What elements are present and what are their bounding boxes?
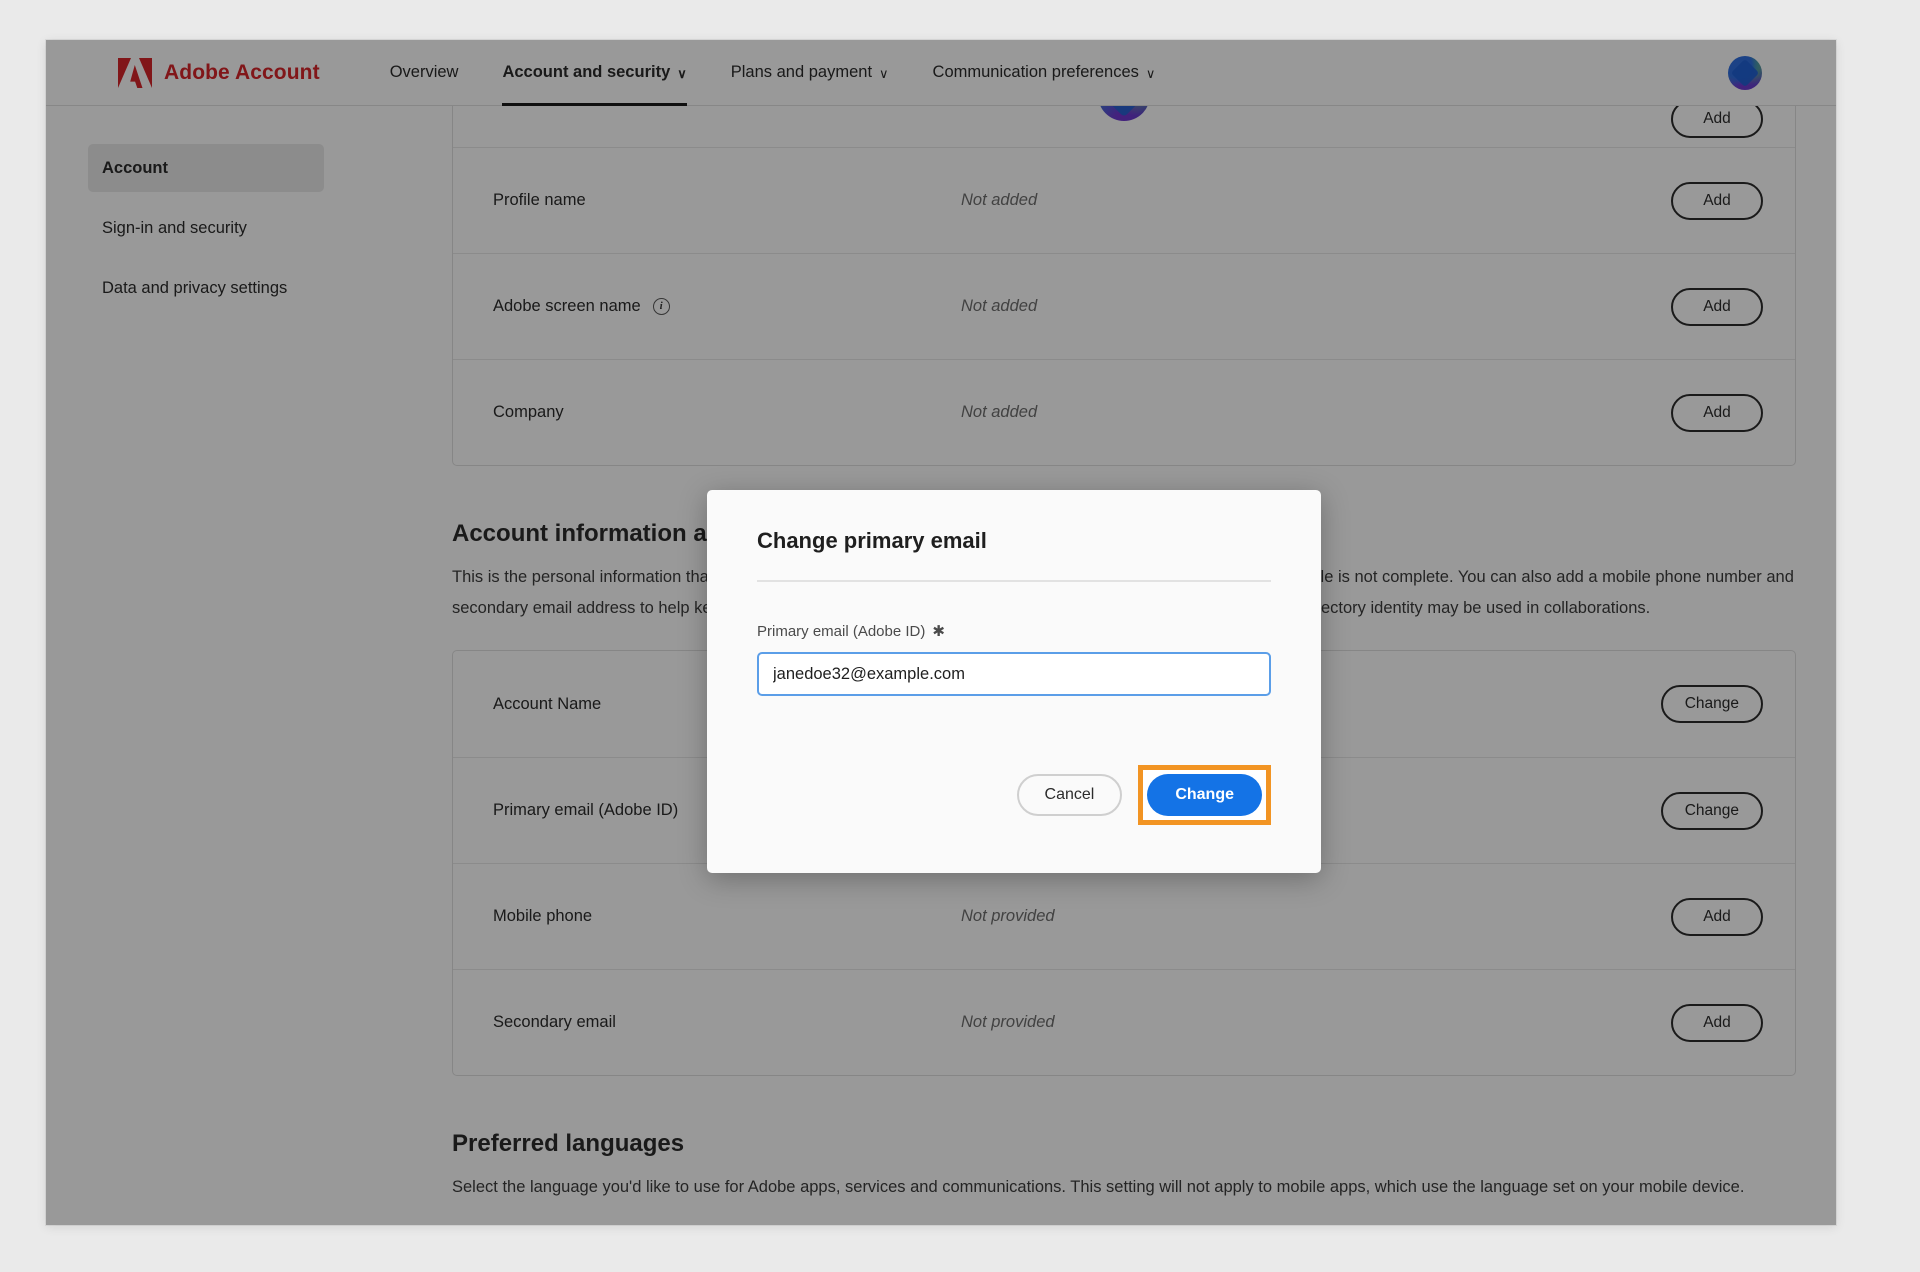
row-value: Not provided — [961, 907, 1055, 925]
sidebar-item-sign-in-and-security[interactable]: Sign-in and security — [88, 204, 324, 252]
change-confirm-button[interactable]: Change — [1147, 774, 1262, 816]
row-action: Add — [1643, 287, 1763, 326]
table-row: Adobe screen name i Not added Add — [453, 253, 1795, 359]
row-label: Mobile phone — [493, 907, 961, 926]
add-button[interactable]: Add — [1671, 393, 1763, 432]
row-label-text: Adobe screen name — [493, 297, 641, 315]
add-button[interactable]: Add — [1671, 897, 1763, 936]
row-label-text: Primary email (Adobe ID) — [493, 801, 679, 819]
row-value: Not added — [961, 297, 1038, 315]
table-row: Profile name Not added Add — [453, 147, 1795, 253]
row-label-text: Company — [493, 403, 564, 421]
sidebar: Account Sign-in and security Data and pr… — [46, 106, 366, 312]
table-row: Mobile phone Not provided Add — [453, 863, 1795, 969]
brand-title: Adobe Account — [164, 60, 320, 84]
row-value: Not provided — [961, 1013, 1055, 1031]
sidebar-item-label: Data and privacy settings — [102, 278, 288, 297]
brand-logo[interactable]: Adobe Account — [118, 57, 320, 88]
dialog-title: Change primary email — [757, 528, 987, 553]
email-field-label: Primary email (Adobe ID) ✱ — [757, 623, 1271, 640]
add-button[interactable]: Add — [1671, 1003, 1763, 1042]
sidebar-item-label: Account — [102, 158, 168, 177]
nav-item-label: Communication preferences — [932, 63, 1139, 81]
change-primary-email-dialog: Change primary email Primary email (Adob… — [707, 490, 1321, 873]
nav-item-communication-preferences[interactable]: Communication preferences ∨ — [911, 40, 1178, 106]
add-button[interactable]: Add — [1671, 181, 1763, 220]
nav-links: Overview Account and security ∨ Plans an… — [368, 40, 1178, 106]
sidebar-item-data-and-privacy-settings[interactable]: Data and privacy settings — [88, 264, 324, 312]
profile-card: Add Profile name Not added Add Adobe scr… — [452, 90, 1796, 466]
row-label: Company — [493, 403, 961, 422]
nav-item-plans-and-payment[interactable]: Plans and payment ∨ — [709, 40, 911, 106]
nav-item-label: Plans and payment — [730, 63, 873, 81]
row-action: Add — [1643, 1003, 1763, 1042]
dialog-divider — [757, 580, 1271, 582]
table-row: Company Not added Add — [453, 359, 1795, 465]
cancel-button[interactable]: Cancel — [1016, 774, 1123, 816]
dialog-actions: Cancel Change — [1016, 765, 1271, 825]
confirm-button-highlight: Change — [1138, 765, 1271, 825]
row-action: Add — [1643, 897, 1763, 936]
row-label: Profile name — [493, 191, 961, 210]
row-label-text: Secondary email — [493, 1013, 616, 1031]
chevron-down-icon: ∨ — [677, 66, 687, 81]
row-value: Not added — [961, 403, 1038, 421]
row-label: Secondary email — [493, 1013, 961, 1032]
required-marker-icon: ✱ — [932, 623, 945, 640]
email-field-label-text: Primary email (Adobe ID) — [757, 623, 926, 640]
row-action: Change — [1643, 791, 1763, 830]
nav-item-overview[interactable]: Overview — [368, 40, 481, 106]
sidebar-item-label: Sign-in and security — [102, 218, 247, 237]
row-label: Adobe screen name i — [493, 297, 961, 316]
avatar[interactable] — [1728, 55, 1762, 90]
add-button[interactable]: Add — [1671, 287, 1763, 326]
preferred-languages-paragraph: Select the language you'd like to use fo… — [452, 1178, 1745, 1196]
row-value: Not added — [961, 191, 1038, 209]
email-input[interactable] — [757, 652, 1271, 696]
top-navigation-bar: Adobe Account Overview Account and secur… — [46, 40, 1836, 106]
row-action: Change — [1643, 685, 1763, 723]
table-row: Secondary email Not provided Add — [453, 969, 1795, 1075]
preferred-languages-heading: Preferred languages — [452, 1130, 685, 1157]
row-label-text: Profile name — [493, 191, 586, 209]
browser-window: Adobe Account Overview Account and secur… — [46, 40, 1836, 1225]
row-label-text: Account Name — [493, 694, 602, 713]
info-icon[interactable]: i — [652, 298, 670, 315]
adobe-triangle-logo-icon — [118, 57, 152, 88]
chevron-down-icon: ∨ — [1145, 66, 1156, 81]
row-action: Add — [1643, 393, 1763, 432]
change-button[interactable]: Change — [1660, 685, 1763, 723]
change-button[interactable]: Change — [1660, 791, 1763, 830]
row-label-text: Mobile phone — [493, 907, 593, 925]
sidebar-item-account[interactable]: Account — [88, 144, 324, 192]
row-action: Add — [1643, 181, 1763, 220]
chevron-down-icon: ∨ — [879, 66, 889, 81]
nav-item-account-and-security[interactable]: Account and security ∨ — [480, 40, 708, 106]
nav-item-label: Account and security — [502, 63, 671, 81]
nav-item-label: Overview — [389, 63, 459, 81]
